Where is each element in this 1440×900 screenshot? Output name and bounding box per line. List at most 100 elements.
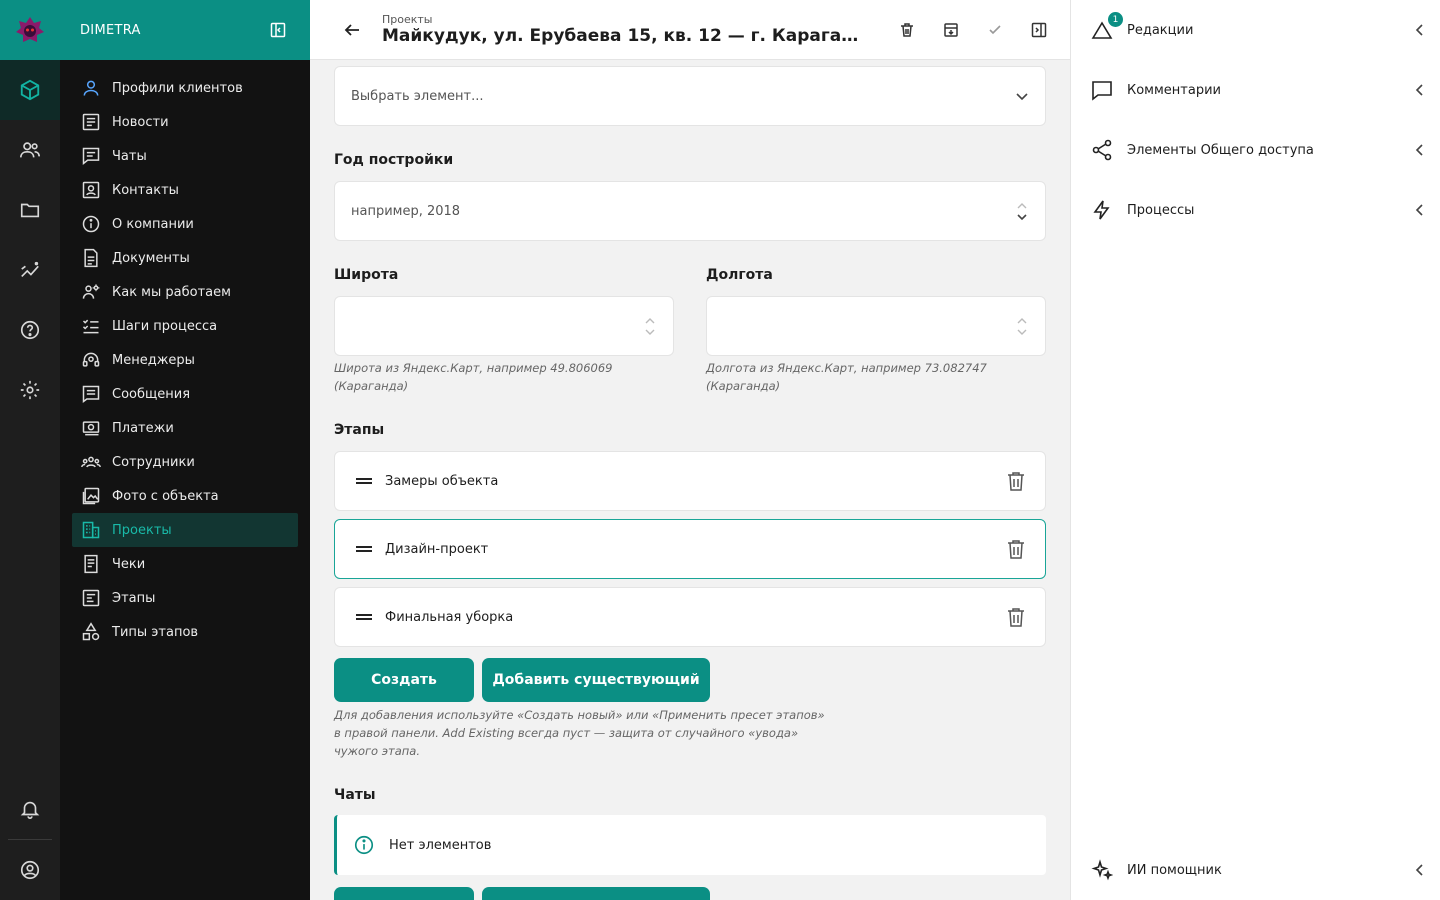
- sidebar-item-label: Шаги процесса: [112, 318, 218, 334]
- logo-icon: [16, 17, 44, 42]
- sidebar-item-documents[interactable]: Документы: [72, 241, 298, 275]
- panel-item-shared-elements[interactable]: Элементы Общего доступа: [1071, 120, 1440, 180]
- trash-icon[interactable]: [1005, 606, 1027, 628]
- sidebar-item-contacts[interactable]: Контакты: [72, 173, 298, 207]
- drag-handle-icon[interactable]: [355, 612, 373, 622]
- sidebar: DIMETRA Профили клиентов Новости Чаты Ко…: [60, 0, 310, 900]
- breadcrumb-parent[interactable]: Проекты: [382, 13, 896, 26]
- panel-item-comments[interactable]: Комментарии: [1071, 60, 1440, 120]
- stage-item[interactable]: Дизайн-проект: [334, 519, 1046, 579]
- panel-item-label: Процессы: [1127, 202, 1195, 218]
- sidebar-item-client-profiles[interactable]: Профили клиентов: [72, 71, 298, 105]
- delete-button[interactable]: [896, 19, 918, 41]
- longitude-input[interactable]: [706, 296, 1046, 356]
- stage-item[interactable]: Финальная уборка: [334, 587, 1046, 647]
- stages-icon: [82, 589, 100, 607]
- sidebar-item-label: Как мы работаем: [112, 284, 231, 300]
- app-logo[interactable]: [0, 0, 60, 60]
- sidebar-item-employees[interactable]: Сотрудники: [72, 445, 298, 479]
- chevron-left-icon: [1415, 144, 1423, 156]
- year-input[interactable]: например, 2018: [334, 181, 1046, 241]
- create-chat-button[interactable]: [334, 887, 474, 900]
- panel-item-label: Комментарии: [1127, 82, 1221, 98]
- year-label: Год постройки: [334, 152, 454, 168]
- rail-analytics-button[interactable]: [0, 240, 60, 300]
- chevron-left-icon: [1415, 864, 1423, 876]
- help-icon: [20, 320, 40, 340]
- revisions-badge: 1: [1108, 12, 1123, 27]
- sidebar-item-payments[interactable]: Платежи: [72, 411, 298, 445]
- sidebar-item-chats[interactable]: Чаты: [72, 139, 298, 173]
- sidebar-item-site-photos[interactable]: Фото с объекта: [72, 479, 298, 513]
- sidebar-item-stage-types[interactable]: Типы этапов: [72, 615, 298, 649]
- sparkle-icon: [1091, 859, 1114, 881]
- save-button[interactable]: [984, 19, 1006, 41]
- sidebar-item-how-we-work[interactable]: Как мы работаем: [72, 275, 298, 309]
- year-stepper[interactable]: [1015, 202, 1029, 221]
- chats-empty-notice: Нет элементов: [334, 815, 1046, 875]
- drag-handle-icon[interactable]: [355, 544, 373, 554]
- collapse-sidebar-icon[interactable]: [270, 22, 286, 38]
- comment-icon: [1092, 81, 1112, 101]
- chevron-down-icon: [1017, 213, 1027, 220]
- rail-files-button[interactable]: [0, 180, 60, 240]
- back-arrow-icon[interactable]: [342, 20, 362, 40]
- team-icon: [81, 456, 101, 468]
- sidebar-item-managers[interactable]: Менеджеры: [72, 343, 298, 377]
- sidebar-item-label: Менеджеры: [112, 352, 195, 368]
- chevron-left-icon: [1415, 204, 1423, 216]
- sidebar-item-projects[interactable]: Проекты: [72, 513, 298, 547]
- receipt-icon: [84, 554, 98, 574]
- sidebar-item-stages[interactable]: Этапы: [72, 581, 298, 615]
- panel-item-revisions[interactable]: 1 Редакции: [1071, 0, 1440, 60]
- stage-item[interactable]: Замеры объекта: [334, 451, 1046, 511]
- stage-name: Финальная уборка: [385, 609, 514, 625]
- rail-account-button[interactable]: [0, 840, 60, 900]
- rail-users-button[interactable]: [0, 120, 60, 180]
- analytics-icon: [21, 261, 39, 278]
- sidebar-item-label: Этапы: [112, 590, 156, 606]
- rail-content-button[interactable]: [0, 60, 60, 120]
- latitude-hint: Широта из Яндекс.Карт, например 49.80606…: [334, 361, 613, 393]
- sidebar-item-about[interactable]: О компании: [72, 207, 298, 241]
- latitude-input[interactable]: [334, 296, 674, 356]
- info-icon: [354, 835, 374, 855]
- sidebar-item-messages[interactable]: Сообщения: [72, 377, 298, 411]
- sidebar-item-news[interactable]: Новости: [72, 105, 298, 139]
- longitude-stepper[interactable]: [1015, 317, 1029, 336]
- archive-button[interactable]: [940, 19, 962, 41]
- chevron-left-icon: [1415, 84, 1423, 96]
- drag-handle-icon[interactable]: [355, 476, 373, 486]
- sidebar-item-label: Сотрудники: [112, 454, 195, 470]
- lightning-icon: [1093, 200, 1110, 220]
- check-icon: [989, 24, 1001, 34]
- trash-icon[interactable]: [1005, 538, 1027, 560]
- panel-item-processes[interactable]: Процессы: [1071, 180, 1440, 240]
- newspaper-icon: [82, 113, 100, 131]
- folder-icon: [20, 203, 40, 218]
- sidebar-item-process-steps[interactable]: Шаги процесса: [72, 309, 298, 343]
- bell-icon: [20, 801, 40, 819]
- chat-icon: [82, 147, 100, 166]
- rail-settings-button[interactable]: [0, 360, 60, 420]
- trash-icon[interactable]: [1005, 470, 1027, 492]
- rail-notifications-button[interactable]: [0, 779, 60, 839]
- latitude-stepper[interactable]: [643, 317, 657, 336]
- longitude-hint: Долгота из Яндекс.Карт, например 73.0827…: [706, 361, 987, 393]
- sidebar-nav: Профили клиентов Новости Чаты Контакты О…: [60, 60, 310, 649]
- archive-icon: [944, 22, 958, 37]
- element-select[interactable]: Выбрать элемент...: [334, 66, 1046, 126]
- panel-item-ai-assistant[interactable]: ИИ помощник: [1071, 840, 1440, 900]
- create-stage-button[interactable]: Создать: [334, 658, 474, 702]
- shapes-icon: [82, 622, 100, 641]
- sidebar-item-receipts[interactable]: Чеки: [72, 547, 298, 581]
- add-existing-chat-button[interactable]: [482, 887, 710, 900]
- rail-help-button[interactable]: [0, 300, 60, 360]
- gear-icon: [20, 380, 40, 400]
- page-title: Майкудук, ул. Ерубаева 15, кв. 12 — г. К…: [382, 26, 862, 46]
- message-icon: [82, 385, 100, 403]
- add-existing-stage-button[interactable]: Добавить существующий: [482, 658, 710, 702]
- toggle-panel-button[interactable]: [1028, 19, 1050, 41]
- payments-icon: [82, 421, 100, 436]
- chevron-up-icon: [1017, 202, 1027, 208]
